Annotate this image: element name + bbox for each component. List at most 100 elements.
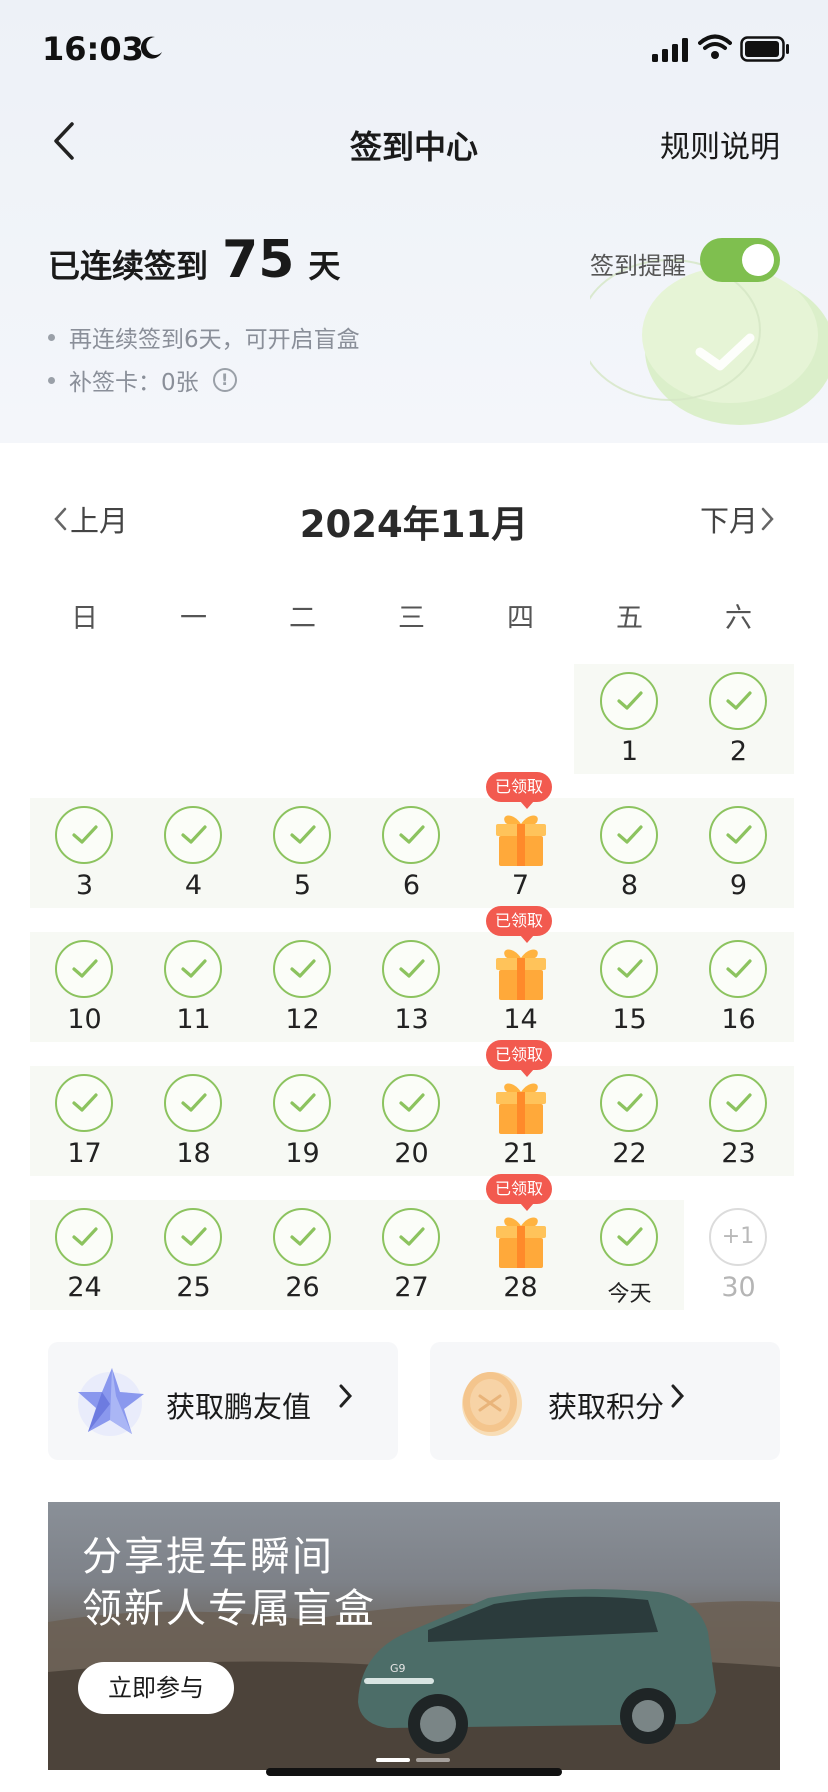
chevron-right-icon (671, 1384, 685, 1408)
day-cell[interactable]: 19 (248, 1066, 357, 1176)
day-cell[interactable]: 13 (357, 932, 466, 1042)
weekday-header: 日 一 二 三 四 五 六 (30, 596, 794, 635)
day-number: 2 (729, 736, 748, 767)
day-cell[interactable]: 11 (139, 932, 248, 1042)
tip-blindbox: 再连续签到6天，可开启盲盒 (48, 320, 360, 354)
info-icon[interactable]: ! (212, 368, 237, 392)
points-card[interactable]: 获取积分 (430, 1342, 780, 1460)
day-number: 10 (67, 1004, 102, 1035)
day-number: 24 (67, 1272, 102, 1303)
next-month-label: 下月 (699, 504, 758, 538)
day-number: 28 (503, 1272, 538, 1303)
gift-box-icon (496, 949, 546, 1000)
day-cell[interactable]: 16 (684, 932, 793, 1042)
day-cell[interactable]: 20 (357, 1066, 466, 1176)
day-number: 18 (176, 1138, 211, 1169)
day-cell[interactable]: 27 (357, 1200, 466, 1310)
day-cell[interactable]: 1 (575, 664, 684, 774)
day-number: 19 (285, 1138, 320, 1169)
checked-icon (382, 806, 440, 864)
day-cell[interactable]: 10 (30, 932, 139, 1042)
day-number: 26 (285, 1272, 320, 1303)
checked-icon (164, 1208, 222, 1266)
day-number: 9 (729, 870, 748, 901)
checked-icon (382, 940, 440, 998)
checked-icon (600, 672, 658, 730)
day-number: 5 (293, 870, 312, 901)
day-cell[interactable]: 24 (30, 1200, 139, 1310)
day-cell[interactable]: 23 (684, 1066, 793, 1176)
gift-day-cell[interactable]: 已领取 14 (466, 906, 575, 1042)
day-cell[interactable]: 12 (248, 932, 357, 1042)
friend-value-card[interactable]: 获取鹏友值 (48, 1342, 398, 1460)
checked-icon (709, 672, 767, 730)
banner-headline: 分享提车瞬间 (82, 1534, 334, 1580)
rules-link[interactable]: 规则说明 (660, 122, 780, 166)
day-cell[interactable]: 15 (575, 932, 684, 1042)
checked-icon (273, 940, 331, 998)
day-number: 11 (176, 1004, 211, 1035)
weekday-fri: 五 (616, 603, 643, 634)
tip-makeup-card-text: 补签卡：0张 (69, 370, 199, 396)
day-number: 25 (176, 1272, 211, 1303)
day-cell[interactable]: 2 (684, 664, 793, 774)
day-number: 14 (503, 1004, 538, 1035)
day-number: 30 (721, 1272, 756, 1303)
checked-icon (709, 806, 767, 864)
future-day-cell[interactable]: +1 30 (684, 1200, 793, 1310)
car-badge: G9 (390, 1662, 406, 1675)
day-cell[interactable]: 18 (139, 1066, 248, 1176)
weekday-tue: 二 (289, 603, 316, 634)
carousel-dot-active (376, 1758, 410, 1762)
points-label: 获取积分 (548, 1390, 665, 1424)
claimed-badge: 已领取 (486, 1040, 553, 1077)
carousel-indicator[interactable] (373, 1758, 453, 1762)
day-cell[interactable]: 8 (575, 798, 684, 908)
checked-icon (600, 1208, 658, 1266)
carousel-dot (416, 1758, 450, 1762)
day-number: 7 (511, 870, 530, 901)
day-cell[interactable]: 22 (575, 1066, 684, 1176)
claimed-badge: 已领取 (486, 772, 553, 809)
day-cell[interactable]: 4 (139, 798, 248, 908)
gift-box-icon (496, 815, 546, 866)
checkin-screen: 16:03 签到中心 规则说明 已连续签到 75 天 签到提醒 再连续签到6天，… (0, 0, 828, 1792)
calendar-nav: 上月 2024年11月 下月 (0, 490, 828, 546)
gift-day-cell[interactable]: 已领取 21 (466, 1040, 575, 1176)
gift-day-cell[interactable]: 已领取 28 (466, 1174, 575, 1310)
day-number: 21 (503, 1138, 538, 1169)
checked-icon (164, 1074, 222, 1132)
day-cell[interactable]: 17 (30, 1066, 139, 1176)
join-now-button[interactable]: 立即参与 (78, 1662, 234, 1714)
day-cell[interactable]: 6 (357, 798, 466, 908)
star-crystal-icon (78, 1368, 144, 1436)
checked-icon (709, 940, 767, 998)
home-indicator[interactable] (266, 1768, 562, 1776)
day-number: 1 (620, 736, 639, 767)
reminder-toggle[interactable] (700, 238, 780, 282)
battery-icon (740, 36, 789, 62)
day-cell[interactable]: 5 (248, 798, 357, 908)
day-number: 16 (721, 1004, 756, 1035)
claimed-badge: 已领取 (486, 906, 553, 943)
wifi-icon (698, 34, 732, 59)
promo-banner[interactable]: 分享提车瞬间 领新人专属盲盒 立即参与 G9 (48, 1502, 780, 1770)
moon-icon (140, 36, 162, 59)
day-cell[interactable]: 3 (30, 798, 139, 908)
checked-icon (600, 940, 658, 998)
day-number: 12 (285, 1004, 320, 1035)
day-cell[interactable]: 9 (684, 798, 793, 908)
chevron-right-icon (339, 1384, 353, 1408)
today-cell[interactable]: 今天 (575, 1200, 684, 1310)
gift-day-cell[interactable]: 已领取 7 (466, 772, 575, 908)
checked-icon (273, 1074, 331, 1132)
tip-makeup-card: 补签卡：0张 ! (48, 363, 237, 397)
next-month-button[interactable]: 下月 (700, 498, 778, 540)
day-cell[interactable]: 26 (248, 1200, 357, 1310)
bullet-dot (48, 376, 55, 384)
day-cell[interactable]: 25 (139, 1200, 248, 1310)
reminder-label: 签到提醒 (590, 252, 686, 280)
header-panel: 16:03 签到中心 规则说明 已连续签到 75 天 签到提醒 再连续签到6天，… (0, 0, 828, 443)
toggle-knob (742, 244, 774, 276)
checked-icon (55, 940, 113, 998)
